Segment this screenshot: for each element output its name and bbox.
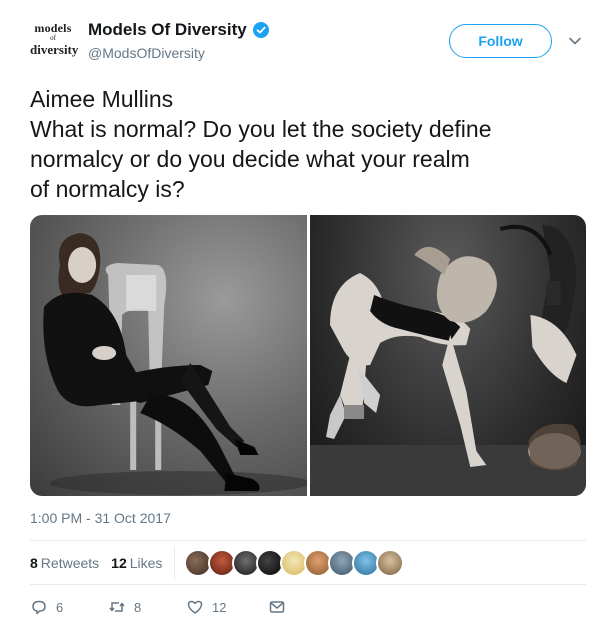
follow-button[interactable]: Follow <box>449 24 552 58</box>
retweets-stat[interactable]: 8 Retweets <box>30 555 99 571</box>
like-icon <box>187 600 203 614</box>
stats-separator <box>174 546 175 580</box>
tweet-media <box>30 215 586 496</box>
tweet-header: models of diversity Models Of Diversity … <box>0 0 610 78</box>
liker-avatars <box>184 549 404 577</box>
chevron-down-icon[interactable] <box>568 34 582 48</box>
photo-seated-woman[interactable] <box>30 215 307 496</box>
like-button[interactable]: 12 <box>186 598 226 616</box>
tweet-line: of normalcy is? <box>30 176 185 202</box>
account-handle[interactable]: @ModsOfDiversity <box>88 45 205 61</box>
tweet-line: What is normal? Do you let the society d… <box>30 116 492 142</box>
retweets-stat-label: Retweets <box>40 555 100 571</box>
display-name[interactable]: Models Of Diversity <box>88 20 269 40</box>
divider <box>30 584 586 585</box>
account-logo[interactable]: models of diversity <box>30 21 79 62</box>
likes-stat[interactable]: 12 Likes <box>111 555 162 571</box>
divider <box>30 540 586 541</box>
reply-count: 6 <box>56 599 64 615</box>
like-count: 12 <box>212 599 227 615</box>
tweet-timestamp[interactable]: 1:00 PM - 31 Oct 2017 <box>30 510 171 526</box>
reply-button[interactable]: 6 <box>30 598 66 616</box>
logo-line-2: of <box>50 34 56 42</box>
likes-stat-count: 12 <box>111 555 127 571</box>
tweet-line: Aimee Mullins <box>30 86 174 112</box>
tweet-line: normalcy or do you decide what your real… <box>30 146 470 172</box>
retweet-icon <box>109 602 125 612</box>
avatar[interactable] <box>376 549 404 577</box>
retweet-count: 8 <box>134 599 142 615</box>
likes-stat-label: Likes <box>129 555 163 571</box>
logo-line-1: models <box>34 21 72 35</box>
photo-dancer[interactable] <box>309 215 586 496</box>
verified-icon <box>252 22 269 38</box>
display-name-text: Models Of Diversity <box>88 20 247 39</box>
retweet-button[interactable]: 8 <box>108 598 144 616</box>
retweets-stat-count: 8 <box>30 555 38 571</box>
message-button[interactable] <box>268 598 294 616</box>
message-icon <box>270 601 285 613</box>
tweet-text: Aimee Mullins What is normal? Do you let… <box>30 84 590 204</box>
logo-line-3: diversity <box>30 42 79 57</box>
tweet-actions: 6 8 12 <box>30 596 336 618</box>
tweet-stats: 8 Retweets 12 Likes <box>30 548 174 578</box>
reply-icon <box>32 600 46 615</box>
